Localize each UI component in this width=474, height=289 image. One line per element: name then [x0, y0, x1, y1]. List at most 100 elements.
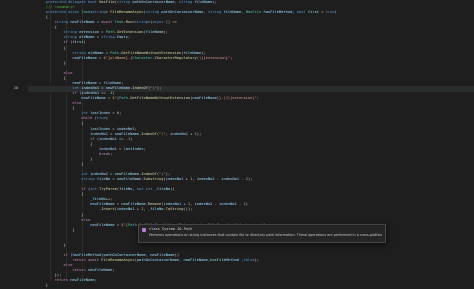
tooltip-title: class System.IO.Path: [149, 227, 193, 231]
code-token: lastIndex: [90, 126, 111, 131]
code-token: fileNo: [119, 187, 133, 192]
code-token: }-(1){extension}": [219, 96, 257, 101]
code-token: first: [307, 10, 320, 15]
code-token: await: [101, 20, 115, 25]
code-token: newFileName: [192, 96, 217, 101]
code-token: string: [92, 10, 106, 15]
code-token: out int: [136, 187, 155, 192]
line-number-gutter: 28: [0, 0, 20, 282]
code-token: lastIndex: [90, 111, 111, 116]
code-token: ;: [256, 96, 260, 101]
code-token: indexNo2: [194, 202, 213, 207]
code-token: newFileName: [72, 55, 97, 60]
code-editor[interactable]: 28 protected delegate bool HasFile(strin…: [0, 0, 474, 287]
code-token: newFileName: [114, 172, 140, 177]
quick-info-tooltip: class System.IO.Path Performs operations…: [138, 224, 386, 243]
code-token: newFileName: [90, 202, 115, 207]
code-token: }: [28, 242, 66, 247]
class-icon: [142, 228, 146, 232]
code-token: }: [28, 156, 93, 161]
code-token: string: [72, 50, 88, 55]
code-token: =: [110, 177, 117, 182]
code-token: IndexOf: [141, 172, 157, 177]
code-token: false: [243, 258, 255, 263]
code-token: =: [319, 10, 326, 15]
code-token: lastIndex: [123, 146, 144, 151]
code-token: =: [110, 126, 117, 131]
code-token: string: [207, 10, 224, 15]
code-token: GetFileNameWithoutExtension: [121, 50, 182, 55]
code-token: ): [83, 40, 86, 45]
code-token: string: [101, 35, 115, 40]
code-token: ());: [183, 207, 193, 212]
code-token: =: [107, 131, 115, 136]
code-token: indexNo2: [90, 172, 108, 177]
code-token: _fileNo: [154, 187, 171, 192]
code-token: newFileName: [90, 222, 115, 227]
code-token: Path: [110, 50, 120, 55]
code-token: ;: [112, 268, 115, 273]
code-token: ;: [127, 35, 131, 40]
code-token: -: [239, 177, 246, 182]
code-token: indexNo1: [170, 131, 188, 136]
code-token: );: [165, 172, 171, 177]
code-token: Task: [114, 20, 124, 25]
code-token: GetFileNameWithoutExtension: [130, 96, 191, 101]
code-token: indexNo1: [163, 202, 182, 207]
code-token: hasFileMethod: [72, 253, 102, 257]
code-token: =: [96, 55, 104, 60]
code-token: extension: [79, 30, 100, 35]
code-token: indexNo1: [99, 136, 117, 141]
code-token: else: [81, 217, 91, 222]
code-token: indexNo1: [165, 177, 184, 182]
code-token: Remove: [147, 202, 162, 207]
code-token: indexNo2: [196, 177, 215, 182]
code-token: Path: [127, 222, 137, 227]
code-token: HasFile: [245, 10, 264, 15]
code-token: hasFileMethod: [263, 10, 293, 15]
code-token: ;: [134, 126, 137, 131]
code-token: indexNo1: [81, 86, 100, 91]
code-token: )): [170, 187, 175, 192]
code-token: newFileName: [105, 86, 131, 91]
code-token: );: [247, 177, 253, 182]
code-token: pathOnContainerName: [161, 10, 204, 15]
code-token: ): [334, 10, 337, 15]
code-token: {: [28, 141, 93, 146]
code-token: {: [28, 106, 75, 111]
code-token: else: [72, 101, 82, 106]
code-token: $"{oldName}-{: [103, 55, 133, 60]
code-token: break: [99, 151, 111, 156]
code-line[interactable]: }: [28, 283, 474, 289]
code-token: ;: [143, 146, 146, 151]
code-token: while: [81, 116, 95, 121]
code-token: FileRenameAsync: [101, 258, 135, 263]
code-token: ==: [116, 136, 126, 141]
code-token: $"{: [121, 222, 128, 227]
code-token: newFileName: [150, 253, 175, 257]
code-token: return await: [72, 258, 102, 263]
code-token: }: [28, 227, 75, 232]
code-token: oldName: [87, 50, 104, 55]
code-token: ")": [159, 172, 166, 177]
code-token: string: [134, 20, 148, 25]
code-token: int: [81, 111, 91, 116]
code-token: return: [72, 268, 88, 273]
code-token: newFileName: [81, 96, 106, 101]
